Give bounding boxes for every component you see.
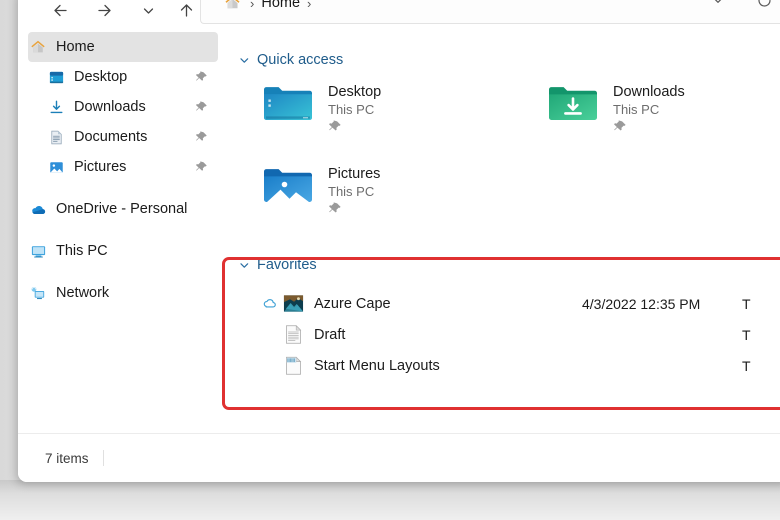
image-file-icon [282, 293, 304, 315]
sidebar-item-label: Home [56, 39, 95, 55]
download-icon [46, 97, 66, 117]
sidebar-item-label: Downloads [74, 99, 146, 115]
pin-icon[interactable] [194, 130, 208, 144]
file-name: Draft [314, 326, 346, 343]
back-arrow-icon [51, 1, 70, 20]
file-explorer-window: › Home › Home Desktop Downloads Document… [18, 0, 780, 482]
tile-name: Pictures [328, 166, 381, 182]
downloads-folder-icon [545, 79, 603, 129]
onedrive-cloud-icon [260, 295, 278, 313]
section-title: Quick access [257, 52, 344, 68]
pin-icon[interactable] [194, 160, 208, 174]
status-divider [102, 450, 104, 466]
onedrive-icon [28, 199, 48, 219]
table-row[interactable]: Azure Cape 4/3/2022 12:35 PM T [220, 288, 780, 319]
sidebar-item-label: OneDrive - Personal [56, 201, 188, 217]
favorites-list: Azure Cape 4/3/2022 12:35 PM T Draft T S… [220, 288, 780, 381]
sidebar-item-home[interactable]: Home [28, 32, 218, 62]
quick-access-tile-downloads[interactable]: Downloads This PC [545, 79, 685, 134]
file-name: Start Menu Layouts [314, 357, 440, 374]
pictures-icon [46, 157, 66, 177]
home-icon[interactable] [221, 0, 243, 14]
sidebar-item-documents[interactable]: Documents [28, 122, 218, 152]
table-row[interactable]: Draft T [220, 319, 780, 350]
quick-access-tile-pictures[interactable]: Pictures This PC [260, 161, 380, 216]
documents-icon [46, 127, 66, 147]
thispc-icon [28, 241, 48, 261]
address-bar[interactable]: › Home › [200, 0, 780, 24]
sidebar-item-onedrive[interactable]: OneDrive - Personal [28, 194, 218, 224]
sidebar-item-this-pc[interactable]: This PC [28, 236, 218, 266]
recent-locations-button[interactable] [132, 0, 164, 26]
quick-access-header[interactable]: Quick access [236, 49, 780, 71]
document-file-icon [282, 324, 304, 346]
sidebar-item-network[interactable]: Network [28, 278, 218, 308]
home-icon [28, 37, 48, 57]
file-type: T [742, 357, 751, 374]
cloud-status-placeholder [260, 326, 278, 344]
refresh-button[interactable] [750, 0, 778, 17]
tile-location: This PC [328, 184, 375, 199]
tile-location: This PC [613, 102, 660, 117]
forward-arrow-icon [95, 1, 114, 20]
sidebar-item-label: Pictures [74, 159, 127, 175]
chevron-down-icon[interactable] [236, 257, 252, 273]
breadcrumb-separator: › [250, 0, 255, 11]
content-pane: Quick access Desktop This PC Downloads T… [220, 32, 780, 434]
sidebar-item-label: This PC [56, 243, 108, 259]
quick-access-grid: Desktop This PC Downloads This PC Pictur… [220, 84, 780, 265]
file-type: T [742, 295, 751, 312]
pin-icon[interactable] [328, 120, 342, 134]
breadcrumb-home-label[interactable]: Home [261, 0, 300, 11]
document-file-icon [282, 355, 304, 377]
network-icon [28, 283, 48, 303]
chevron-down-icon [141, 3, 156, 18]
pin-icon[interactable] [613, 120, 627, 134]
tile-name: Desktop [328, 84, 382, 100]
section-title: Favorites [257, 257, 317, 273]
desktop-folder-icon [260, 79, 318, 129]
file-name: Azure Cape [314, 295, 391, 312]
status-bar: 7 items [18, 433, 780, 482]
navigation-pane: Home Desktop Downloads Documents Picture… [18, 32, 220, 434]
sidebar-item-label: Desktop [74, 69, 128, 85]
pictures-folder-icon [260, 161, 318, 211]
sidebar-item-label: Network [56, 285, 110, 301]
tile-text: Desktop This PC [328, 79, 381, 134]
address-dropdown-button[interactable] [704, 0, 732, 17]
sidebar-item-downloads[interactable]: Downloads [28, 92, 218, 122]
breadcrumb-separator-end[interactable]: › [307, 0, 311, 10]
sidebar-item-desktop[interactable]: Desktop [28, 62, 218, 92]
chevron-down-icon [710, 0, 726, 13]
tile-location: This PC [328, 102, 375, 117]
back-button[interactable] [44, 0, 76, 26]
pin-icon[interactable] [194, 100, 208, 114]
sidebar-item-label: Documents [74, 129, 148, 145]
tile-text: Downloads This PC [613, 79, 685, 134]
pin-icon[interactable] [328, 202, 342, 216]
file-date: 4/3/2022 12:35 PM [582, 295, 701, 312]
tile-name: Downloads [613, 84, 685, 100]
forward-button[interactable] [88, 0, 120, 26]
desktop-icon [46, 67, 66, 87]
quick-access-tile-desktop[interactable]: Desktop This PC [260, 79, 381, 134]
chevron-down-icon[interactable] [236, 52, 252, 68]
pin-icon[interactable] [194, 70, 208, 84]
file-type: T [742, 326, 751, 343]
tile-text: Pictures This PC [328, 161, 380, 216]
favorites-header[interactable]: Favorites [236, 254, 780, 276]
desktop-backdrop-bottom [0, 480, 780, 520]
refresh-icon [756, 0, 773, 14]
cloud-status-placeholder [260, 357, 278, 375]
item-count-label: 7 items [45, 450, 89, 466]
sidebar-item-pictures[interactable]: Pictures [28, 152, 218, 182]
up-button[interactable] [170, 0, 202, 26]
table-row[interactable]: Start Menu Layouts T [220, 350, 780, 381]
toolbar: › Home › [18, 0, 780, 32]
up-arrow-icon [177, 1, 196, 20]
favorites-section: Favorites Azure Cape 4/3/2022 12:35 PM T… [220, 254, 780, 381]
